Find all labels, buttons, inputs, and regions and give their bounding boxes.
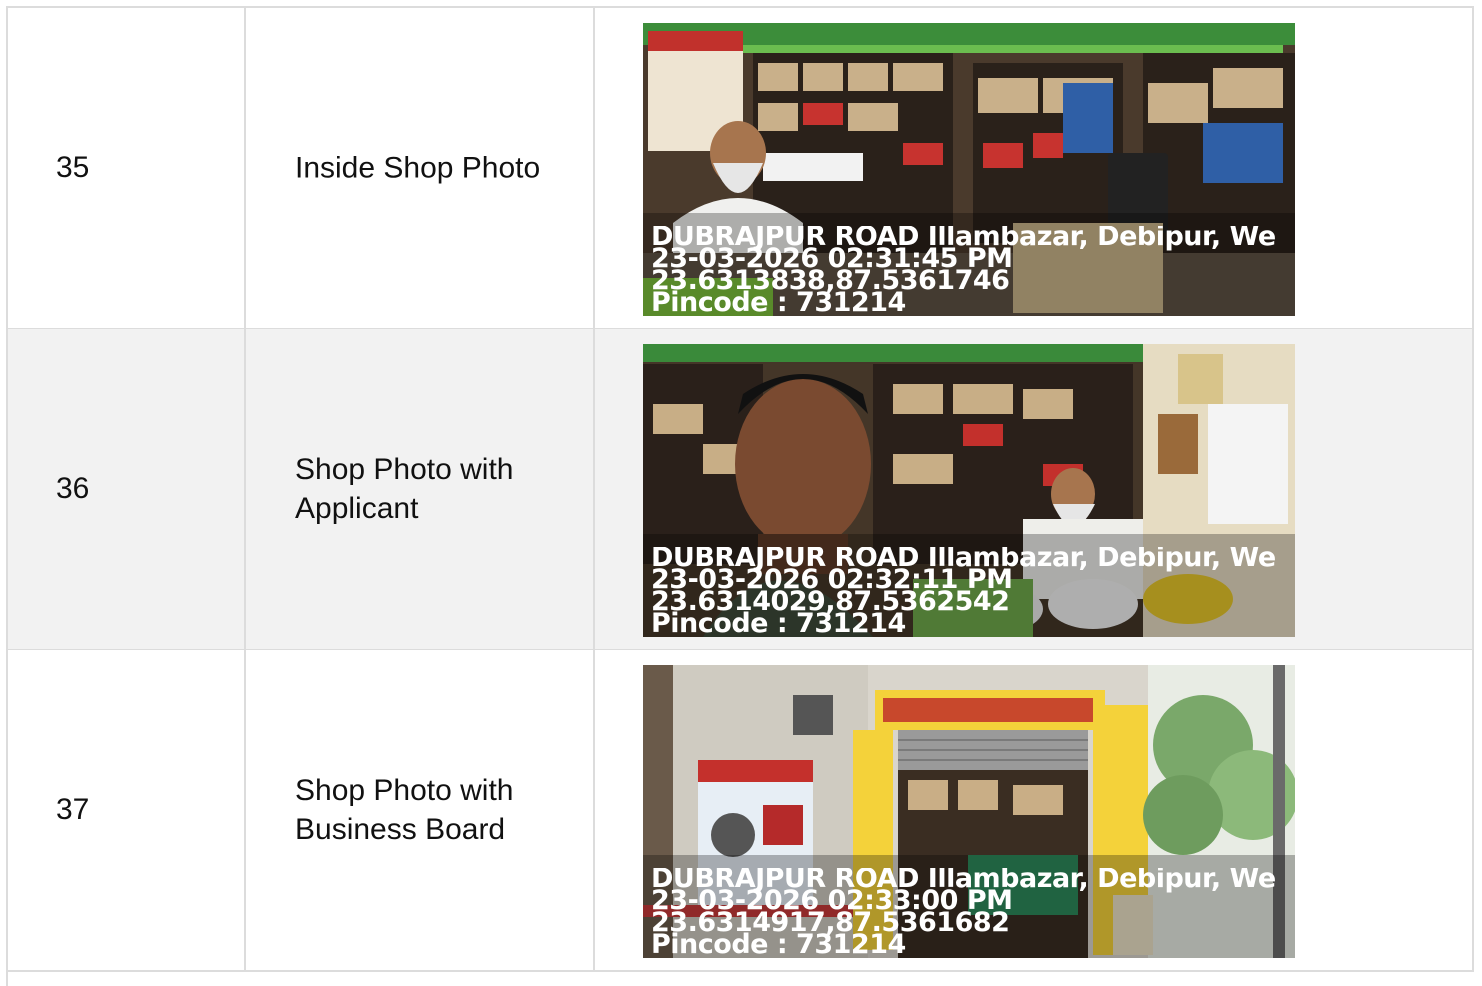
description-cell: Shop Photo with Business Board [246, 650, 595, 970]
applicant-shop-photo[interactable]: DUBRAJPUR ROAD Illambazar, Debipur, We 2… [643, 344, 1295, 637]
photo-cell: DUBRAJPUR ROAD Illambazar, Debipur, We 2… [595, 329, 1474, 649]
table-row: 35 Inside Shop Photo DUBRAJPUR ROAD Illa… [8, 8, 1474, 330]
photo-cell: DUBRAJPUR ROAD Illambazar, Debipur, We 2… [595, 650, 1474, 970]
serial-cell: 35 [8, 8, 246, 328]
inside-shop-photo[interactable]: DUBRAJPUR ROAD Illambazar, Debipur, We 2… [643, 23, 1295, 316]
geo-stamp: DUBRAJPUR ROAD Illambazar, Debipur, We 2… [651, 547, 1295, 635]
table-row: 36 Shop Photo with Applicant DUBRAJPUR R… [8, 329, 1474, 651]
description-cell: Inside Shop Photo [246, 8, 595, 328]
table-row: 37 Shop Photo with Business Board DUBRAJ… [8, 650, 1474, 972]
serial-cell: 37 [8, 650, 246, 970]
description-cell: Shop Photo with Applicant [246, 329, 595, 649]
photo-cell: DUBRAJPUR ROAD Illambazar, Debipur, We 2… [595, 8, 1474, 328]
serial-number: 37 [56, 793, 90, 826]
serial-number: 35 [56, 151, 90, 184]
geo-stamp: DUBRAJPUR ROAD Illambazar, Debipur, We 2… [651, 868, 1295, 956]
geo-stamp: DUBRAJPUR ROAD Illambazar, Debipur, We 2… [651, 226, 1295, 314]
business-board-photo[interactable]: DUBRAJPUR ROAD Illambazar, Debipur, We 2… [643, 665, 1295, 958]
serial-cell: 36 [8, 329, 246, 649]
photo-description: Shop Photo with Applicant [295, 453, 514, 525]
photo-description: Inside Shop Photo [295, 151, 541, 185]
photo-description: Shop Photo with Business Board [295, 774, 514, 846]
serial-number: 36 [56, 472, 90, 505]
photo-table: 35 Inside Shop Photo DUBRAJPUR ROAD Illa… [6, 6, 1474, 986]
